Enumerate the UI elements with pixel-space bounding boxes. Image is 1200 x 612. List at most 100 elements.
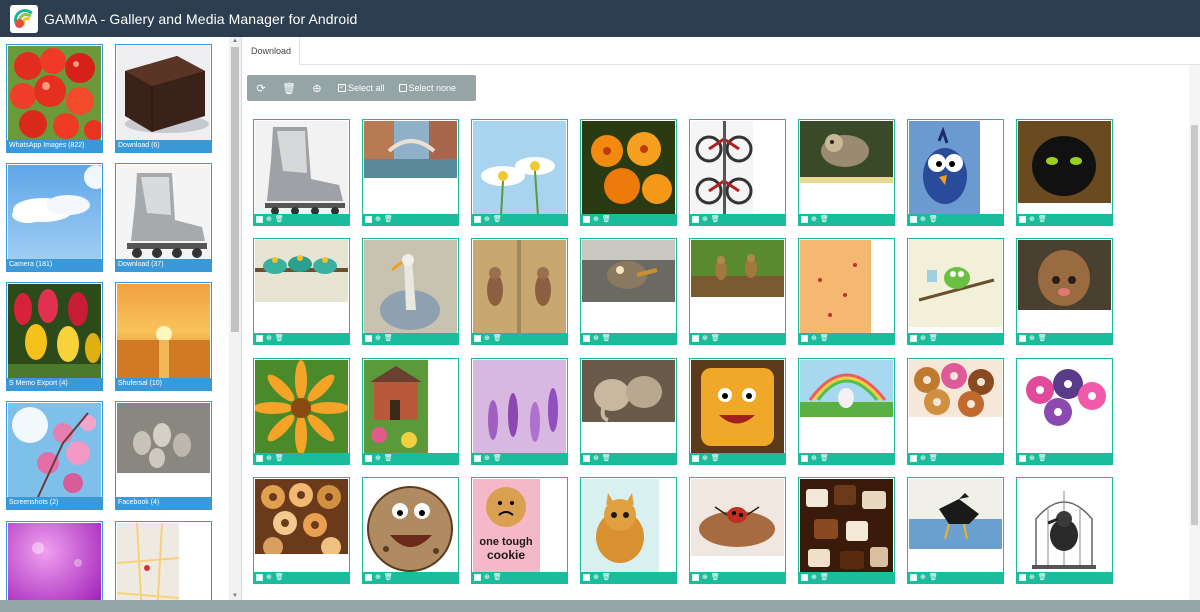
select-checkbox[interactable] [692,216,699,223]
media-card[interactable]: ⊕ 🗑 [798,119,895,226]
trash-icon[interactable]: 🗑 [384,572,393,583]
download-icon[interactable]: ⊕ [811,214,817,225]
download-icon[interactable]: ⊕ [920,572,926,583]
media-card[interactable]: ⊕ 🗑 [689,119,786,226]
trash-icon[interactable]: 🗑 [1038,214,1047,225]
media-card[interactable]: ⊕ 🗑 [580,477,677,584]
media-card[interactable]: ⊕ 🗑 [471,119,568,226]
trash-icon[interactable]: 🗑 [384,453,393,464]
select-checkbox[interactable] [583,455,590,462]
select-checkbox[interactable] [1019,335,1026,342]
select-checkbox[interactable] [583,216,590,223]
download-icon[interactable]: ⊕ [1029,214,1035,225]
download-icon[interactable]: ⊕ [375,214,381,225]
media-card[interactable]: ⊕ 🗑 [362,119,459,226]
select-checkbox[interactable] [910,455,917,462]
media-card[interactable]: ⊕ 🗑 [689,477,786,584]
download-icon[interactable]: ⊕ [702,572,708,583]
media-card[interactable]: ⊕ 🗑 [798,238,895,345]
download-icon[interactable]: ⊕ [484,333,490,344]
trash-icon[interactable]: 🗑 [711,572,720,583]
trash-icon[interactable]: 🗑 [493,453,502,464]
select-checkbox[interactable] [801,455,808,462]
download-icon[interactable]: ⊕ [920,333,926,344]
sidebar-scrollbar-thumb[interactable] [231,47,239,332]
download-icon[interactable]: ⊕ [484,453,490,464]
album-screenshots[interactable]: Screenshots (2) [6,401,103,510]
select-checkbox[interactable] [583,335,590,342]
media-card[interactable]: ⊕ 🗑 [907,358,1004,465]
trash-icon[interactable]: 🗑 [820,333,829,344]
trash-icon[interactable]: 🗑 [602,333,611,344]
trash-icon[interactable]: 🗑 [602,572,611,583]
select-checkbox[interactable] [692,335,699,342]
trash-icon[interactable]: 🗑 [602,214,611,225]
media-card[interactable]: ⊕ 🗑 [580,238,677,345]
media-card[interactable]: ⊕ 🗑 [689,358,786,465]
media-card[interactable]: ⊕ 🗑 [362,238,459,345]
select-checkbox[interactable] [256,335,263,342]
album-s-memo-export[interactable]: S Memo Export (4) [6,282,103,391]
media-card[interactable]: ⊕ 🗑 [689,238,786,345]
media-card[interactable]: ⊕ 🗑 [1016,238,1113,345]
select-checkbox[interactable] [474,455,481,462]
download-icon[interactable]: ⊕ [1029,572,1035,583]
trash-icon[interactable]: 🗑 [1038,453,1047,464]
media-card[interactable]: ⊕ 🗑 [253,238,350,345]
download-icon[interactable]: ⊕ [811,572,817,583]
download-icon[interactable]: ⊕ [266,453,272,464]
media-card[interactable]: ⊕ 🗑 [580,358,677,465]
trash-icon[interactable]: 🗑 [711,214,720,225]
album-whatsapp-images[interactable]: WhatsApp Images (822) [6,44,103,153]
sidebar-scrollbar[interactable]: ▲ ▼ [229,37,241,600]
trash-icon[interactable]: 🗑 [275,453,284,464]
download-icon[interactable]: ⊕ [702,214,708,225]
media-card[interactable]: ⊕ 🗑 [907,477,1004,584]
trash-icon[interactable]: 🗑 [820,453,829,464]
trash-icon[interactable]: 🗑 [275,214,284,225]
download-icon[interactable]: ⊕ [375,572,381,583]
album-10[interactable] [115,521,212,600]
download-icon[interactable]: ⊕ [811,333,817,344]
download-icon[interactable]: ⊕ [484,572,490,583]
media-card[interactable]: ⊕ 🗑 [798,477,895,584]
album-download-6[interactable]: Download (6) [115,44,212,153]
select-checkbox[interactable] [1019,455,1026,462]
media-card[interactable]: ⊕ 🗑 [798,358,895,465]
delete-button[interactable]: 🗑 [275,75,303,101]
select-checkbox[interactable] [256,216,263,223]
download-icon[interactable]: ⊕ [920,214,926,225]
trash-icon[interactable]: 🗑 [384,333,393,344]
media-card[interactable]: ⊕ 🗑 [253,119,350,226]
media-card[interactable]: one tough cookie ⊕ 🗑 [471,477,568,584]
media-card[interactable]: ⊕ 🗑 [1016,477,1113,584]
trash-icon[interactable]: 🗑 [820,572,829,583]
select-none-button[interactable]: Select none [392,75,464,101]
media-card[interactable]: ⊕ 🗑 [253,358,350,465]
trash-icon[interactable]: 🗑 [493,214,502,225]
download-icon[interactable]: ⊕ [484,214,490,225]
media-card[interactable]: ⊕ 🗑 [362,477,459,584]
main-scrollbar-thumb[interactable] [1191,125,1198,525]
album-9[interactable] [6,521,103,600]
trash-icon[interactable]: 🗑 [820,214,829,225]
trash-icon[interactable]: 🗑 [275,572,284,583]
download-icon[interactable]: ⊕ [266,572,272,583]
trash-icon[interactable]: 🗑 [929,333,938,344]
media-card[interactable]: ⊕ 🗑 [580,119,677,226]
tab-download[interactable]: Download [243,37,301,65]
trash-icon[interactable]: 🗑 [275,333,284,344]
download-icon[interactable]: ⊕ [375,333,381,344]
scroll-up-icon[interactable]: ▲ [232,38,238,44]
select-checkbox[interactable] [910,574,917,581]
album-shufersal[interactable]: Shufersal (10) [115,282,212,391]
trash-icon[interactable]: 🗑 [493,572,502,583]
select-checkbox[interactable] [910,335,917,342]
media-card[interactable]: ⊕ 🗑 [1016,358,1113,465]
select-all-button[interactable]: ✓ Select all [331,75,392,101]
download-button[interactable]: ⊕ [303,75,331,101]
select-checkbox[interactable] [583,574,590,581]
select-checkbox[interactable] [365,216,372,223]
trash-icon[interactable]: 🗑 [711,453,720,464]
select-checkbox[interactable] [365,574,372,581]
